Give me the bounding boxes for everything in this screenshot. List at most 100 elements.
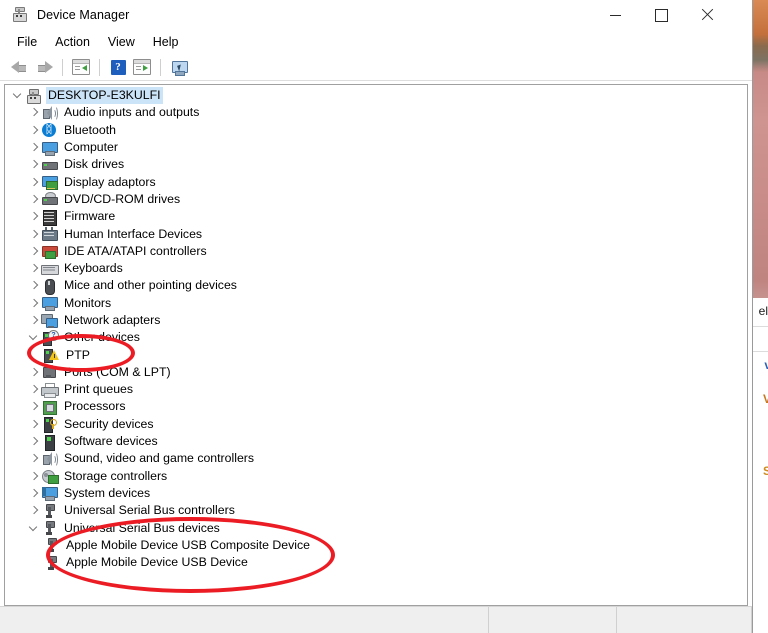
menu-help[interactable]: Help — [144, 32, 188, 52]
minimize-icon — [609, 14, 621, 16]
toolbar-back-button[interactable] — [8, 56, 32, 78]
tree-item-label: IDE ATA/ATAPI controllers — [64, 243, 207, 258]
titlebar: Device Manager — [0, 0, 752, 30]
printer-icon — [41, 382, 59, 398]
toolbar-scan-hardware-button[interactable] — [167, 56, 191, 78]
chevron-right-icon[interactable] — [27, 312, 41, 329]
tree-item-other-devices[interactable]: ? Other devices — [5, 329, 747, 346]
chevron-right-icon[interactable] — [27, 208, 41, 225]
tree-item-label: Keyboards — [64, 261, 123, 276]
device-tree-panel[interactable]: DESKTOP-E3KULFI Audio inputs and outputs… — [4, 84, 748, 606]
tree-item-universal-serial-bus-controllers[interactable]: Universal Serial Bus controllers — [5, 502, 747, 519]
tree-item-monitors[interactable]: Monitors — [5, 295, 747, 312]
chevron-right-icon[interactable] — [27, 277, 41, 294]
menu-view[interactable]: View — [99, 32, 144, 52]
display-adapter-icon — [41, 174, 58, 191]
chevron-right-icon[interactable] — [27, 450, 41, 467]
toolbar-update-driver-button[interactable] — [130, 56, 154, 78]
tree-item-firmware[interactable]: Firmware — [5, 208, 747, 226]
tree-item-network-adapters[interactable]: Network adapters — [5, 312, 747, 329]
tree-item-label: Audio inputs and outputs — [64, 105, 200, 120]
chevron-right-icon[interactable] — [27, 156, 41, 173]
chevron-right-icon[interactable] — [27, 416, 41, 433]
chevron-right-icon[interactable] — [27, 485, 41, 502]
menu-file[interactable]: File — [8, 32, 46, 52]
tree-item-storage-controllers[interactable]: Storage controllers — [5, 468, 747, 485]
chevron-right-icon[interactable] — [27, 139, 41, 156]
tree-item-apple-mobile-device-usb-composite-device[interactable]: Apple Mobile Device USB Composite Device — [5, 537, 747, 554]
chevron-right-icon[interactable] — [27, 468, 41, 485]
tree-item-ports-com-and-lpt[interactable]: Ports (COM & LPT) — [5, 364, 747, 381]
toolbar-properties-button[interactable] — [69, 56, 93, 78]
chevron-right-icon[interactable] — [27, 191, 41, 208]
bluetooth-icon: ᛥ — [41, 122, 57, 138]
tree-item-mice-and-other-pointing-devices[interactable]: Mice and other pointing devices — [5, 277, 747, 295]
tree-item-processors[interactable]: Processors — [5, 398, 747, 415]
chevron-right-icon[interactable] — [27, 398, 41, 415]
tree-item-security-devices[interactable]: Security devices — [5, 416, 747, 434]
menu-action[interactable]: Action — [46, 32, 99, 52]
tree-item-display-adaptors[interactable]: Display adaptors — [5, 173, 747, 191]
dvd-drive-icon — [41, 191, 58, 207]
keyboard-icon — [41, 261, 59, 277]
chevron-down-icon[interactable] — [27, 329, 41, 346]
tree-item-root[interactable]: DESKTOP-E3KULFI — [5, 87, 747, 105]
chevron-right-icon[interactable] — [27, 122, 41, 139]
chevron-right-icon[interactable] — [27, 295, 41, 312]
tree-item-label: Security devices — [64, 416, 154, 431]
tree-item-apple-mobile-device-usb-device[interactable]: Apple Mobile Device USB Device — [5, 554, 747, 571]
tree-item-sound-video-and-game-controllers[interactable]: Sound, video and game controllers — [5, 450, 747, 467]
chevron-right-icon[interactable] — [27, 226, 41, 243]
tree-item-software-devices[interactable]: Software devices — [5, 433, 747, 451]
background-link-1[interactable]: v — [753, 352, 768, 386]
background-window[interactable]: el v V S — [752, 298, 768, 633]
maximize-icon — [654, 8, 668, 22]
tree-item-print-queues[interactable]: Print queues — [5, 381, 747, 398]
chevron-right-icon[interactable] — [27, 260, 41, 277]
background-link-3[interactable]: S — [753, 458, 768, 492]
chevron-right-icon[interactable] — [27, 364, 41, 381]
chevron-down-icon[interactable] — [27, 520, 41, 537]
chevron-right-icon[interactable] — [27, 502, 41, 519]
tree-item-bluetooth[interactable]: ᛥ Bluetooth — [5, 122, 747, 139]
usb-icon — [43, 555, 59, 571]
tree-item-ide-ata-atapi-controllers[interactable]: IDE ATA/ATAPI controllers — [5, 243, 747, 260]
chevron-right-icon[interactable] — [27, 104, 41, 121]
other-devices-icon: ? — [41, 329, 59, 346]
tree-item-label: Bluetooth — [64, 122, 116, 137]
toolbar-help-button[interactable]: ? — [106, 56, 130, 78]
minimize-button[interactable] — [592, 0, 638, 30]
back-arrow-icon — [11, 60, 29, 74]
window-title: Device Manager — [37, 8, 130, 22]
chevron-right-icon[interactable] — [27, 174, 41, 191]
tree-item-label: Universal Serial Bus controllers — [64, 503, 235, 518]
close-button[interactable] — [684, 0, 730, 30]
tree-item-label: Software devices — [64, 434, 158, 449]
firmware-icon — [41, 209, 57, 226]
toolbar-forward-button[interactable] — [32, 56, 56, 78]
background-window-title: el — [758, 304, 768, 318]
software-device-icon — [41, 434, 57, 451]
help-icon: ? — [110, 59, 126, 75]
usb-icon — [43, 537, 59, 553]
tree-item-label: Universal Serial Bus devices — [64, 520, 220, 535]
tree-item-keyboards[interactable]: Keyboards — [5, 260, 747, 277]
tree-item-universal-serial-bus-devices[interactable]: Universal Serial Bus devices — [5, 519, 747, 536]
tree-item-dvd-cd-rom-drives[interactable]: DVD/CD-ROM drives — [5, 191, 747, 208]
tree-item-label: Ports (COM & LPT) — [64, 364, 171, 379]
tree-item-label: PTP — [66, 347, 90, 362]
chevron-down-icon[interactable] — [11, 87, 25, 104]
close-icon — [701, 9, 713, 21]
tree-item-ptp[interactable]: PTP — [5, 346, 747, 364]
toolbar-separator — [62, 58, 63, 76]
background-link-2[interactable]: V — [753, 386, 768, 420]
tree-item-computer[interactable]: Computer — [5, 139, 747, 156]
maximize-button[interactable] — [638, 0, 684, 30]
tree-item-human-interface-devices[interactable]: Human Interface Devices — [5, 225, 747, 242]
chevron-right-icon[interactable] — [27, 381, 41, 398]
tree-item-disk-drives[interactable]: Disk drives — [5, 156, 747, 173]
chevron-right-icon[interactable] — [27, 243, 41, 260]
tree-item-audio-inputs-and-outputs[interactable]: Audio inputs and outputs — [5, 104, 747, 121]
chevron-right-icon[interactable] — [27, 433, 41, 450]
tree-item-system-devices[interactable]: System devices — [5, 485, 747, 502]
